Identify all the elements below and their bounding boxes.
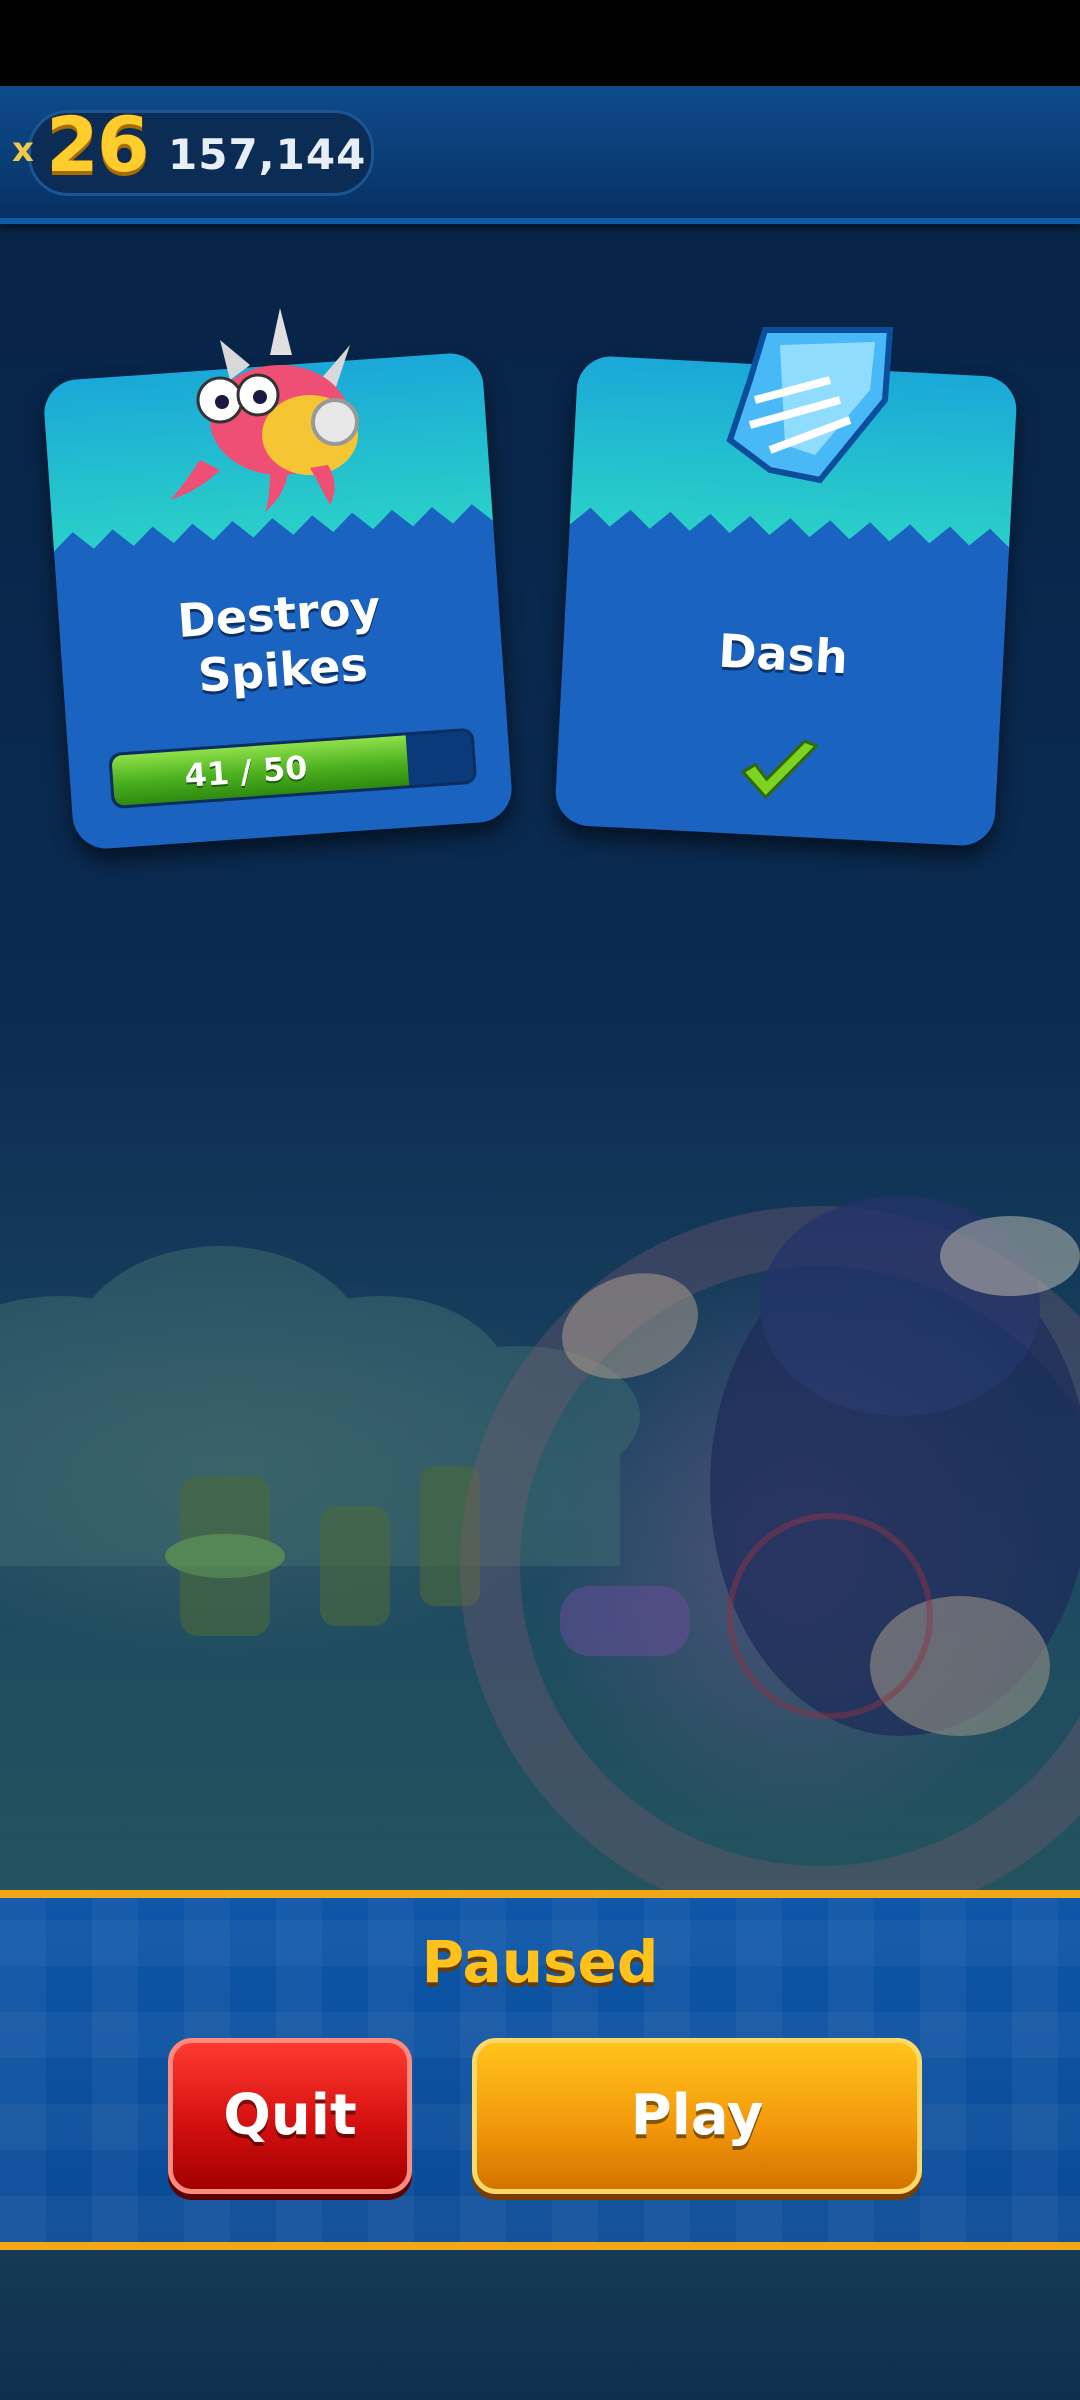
spike-crab-badnik-icon: [170, 308, 359, 512]
paused-title: Paused: [421, 1928, 659, 1996]
score-value: 157,144: [168, 130, 367, 179]
status-bar: [0, 0, 1080, 86]
mission-progress-text: 41 / 50: [183, 748, 309, 795]
mission-progress-bar: 41 / 50: [108, 727, 478, 810]
green-checkmark-icon: [740, 739, 820, 800]
mission-title: Dash: [717, 623, 850, 685]
quit-button[interactable]: Quit: [168, 2038, 412, 2194]
blue-dash-crystal-icon: [726, 327, 894, 484]
pause-panel: Paused Quit Play: [0, 1890, 1080, 2250]
play-button[interactable]: Play: [472, 2038, 922, 2194]
multiplier-prefix: x: [12, 130, 34, 170]
score-multiplier: 26: [46, 100, 150, 189]
top-hud: x 26 157,144: [0, 86, 1080, 224]
